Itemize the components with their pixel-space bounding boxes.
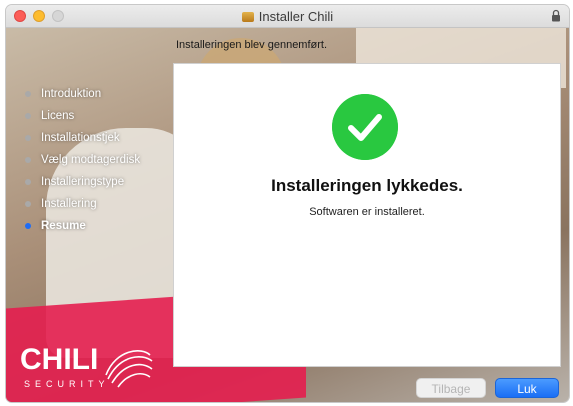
step-bullet-icon [25,91,31,97]
lock-icon [552,9,560,22]
step-label: Vælg modtagerdisk [41,154,141,166]
step-bullet-icon [25,135,31,141]
logo-name: CHILI [20,343,99,376]
success-title: Installeringen lykkedes. [271,176,463,195]
success-subtitle: Softwaren er installeret. [309,206,425,218]
step-introduktion: Introduktion [21,86,140,108]
checkmark-circle-icon [332,94,398,160]
step-vaelg-modtagerdisk: Vælg modtagerdisk [21,152,140,174]
window-title-wrap: Installer Chili [6,9,569,24]
step-bullet-icon [25,201,31,207]
step-bullet-active-icon [25,223,31,229]
step-bullet-icon [25,157,31,163]
step-label: Installeringstype [41,176,125,188]
installer-window: Installer Chili Installeringen blev genn… [6,5,569,402]
title-bar: Installer Chili [6,5,569,28]
step-installationstjek: Installationstjek [21,130,140,152]
step-label: Installering [41,198,97,210]
chili-security-logo: CHILI SECURITY [20,343,170,402]
back-button[interactable]: Tilbage [416,378,486,398]
chili-swirl-icon [105,350,153,388]
step-licens: Licens [21,108,140,130]
installation-status-text: Installeringen blev gennemført. [176,39,328,51]
step-installering: Installering [21,196,140,218]
step-bullet-icon [25,113,31,119]
logo-tagline: SECURITY [24,379,110,389]
step-label: Resume [41,220,86,232]
window-title: Installer Chili [258,9,334,24]
step-label: Licens [41,110,75,122]
close-button[interactable]: Luk [495,378,559,398]
installer-steps: Introduktion Licens Installationstjek Væ… [21,86,140,240]
installer-content: Installeringen blev gennemført. Introduk… [6,28,569,402]
step-bullet-icon [25,179,31,185]
step-label: Introduktion [41,88,102,100]
package-icon [241,12,254,22]
step-label: Installationstjek [41,132,120,144]
step-installeringstype: Installeringstype [21,174,140,196]
step-resume: Resume [21,218,140,240]
result-panel: Installeringen lykkedes. Softwaren er in… [173,63,561,367]
